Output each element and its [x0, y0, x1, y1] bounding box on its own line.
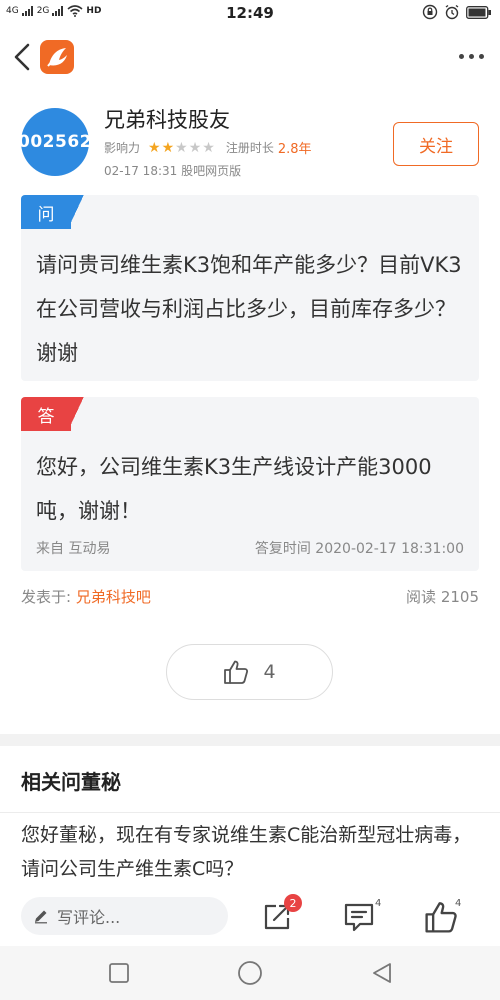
pencil-icon	[35, 910, 47, 924]
registered-label: 注册时长	[225, 141, 274, 155]
status-bar: 4G 2G HD 12:49	[0, 0, 500, 28]
circle-icon	[238, 961, 262, 985]
star-empty-icon: ★	[175, 139, 189, 156]
app-logo-icon[interactable]	[40, 40, 74, 74]
answer-text: 您好，公司维生素K3生产线设计产能3000吨，谢谢！	[36, 455, 432, 523]
read-value: 2105	[440, 588, 479, 606]
dot-icon	[468, 53, 474, 59]
avatar[interactable]: 002562	[18, 108, 92, 176]
status-right	[422, 4, 492, 20]
like-count: 4	[263, 661, 276, 683]
question-block: 问 请问贵司维生素K3饱和年产能多少？目前VK3在公司营收与利润占比多少，目前库…	[21, 195, 479, 381]
star-empty-icon: ★	[188, 139, 203, 156]
answer-source: 来自 互动易	[36, 541, 111, 557]
post-time: 02-17 18:31 股吧网页版	[104, 164, 242, 178]
bar-link[interactable]: 兄弟科技吧	[76, 588, 151, 606]
question-tag: 问	[21, 195, 87, 229]
related-item[interactable]: 您好董秘，现在有专家说维生素C能治新型冠壮病毒，请问公司生产维生素C吗？	[21, 818, 481, 886]
system-nav-bar	[0, 946, 500, 1000]
posted-in: 发表于: 兄弟科技吧	[21, 586, 151, 607]
nav-bar	[0, 28, 500, 86]
section-divider	[0, 734, 500, 746]
square-icon	[109, 963, 129, 983]
influence-label: 影响力	[104, 141, 141, 155]
comment-input[interactable]: 写评论...	[21, 897, 228, 935]
answer-block: 答 您好，公司维生素K3生产线设计产能3000吨，谢谢！ 来自 互动易 答复时间…	[21, 397, 479, 571]
triangle-back-icon	[373, 963, 391, 983]
back-button[interactable]	[10, 42, 36, 72]
answer-meta: 来自 互动易 答复时间 2020-02-17 18:31:00	[36, 538, 464, 558]
author-meta: 影响力 ★★★★★ 注册时长 2.8年	[104, 138, 312, 158]
dot-icon	[458, 53, 464, 59]
answer-tag-label: 答	[21, 397, 71, 431]
like-button[interactable]: 4	[166, 644, 333, 700]
follow-button[interactable]: 关注	[393, 122, 479, 166]
answer-tag: 答	[21, 397, 87, 431]
question-tag-label: 问	[21, 195, 71, 229]
like-action-count: 4	[455, 898, 462, 909]
star-empty-icon: ★	[202, 139, 216, 156]
author-card: 002562 兄弟科技股友 影响力 ★★★★★ 注册时长 2.8年 02-17 …	[0, 98, 500, 186]
battery-icon	[466, 5, 491, 19]
thumbs-up-icon	[224, 660, 249, 684]
recent-apps-button[interactable]	[107, 961, 131, 985]
influence-stars: ★★★★★	[148, 140, 216, 156]
divider	[0, 812, 500, 813]
back-nav-button[interactable]	[370, 961, 394, 985]
question-text: 请问贵司维生素K3饱和年产能多少？目前VK3在公司营收与利润占比多少，目前库存多…	[36, 253, 462, 365]
share-badge: 2	[284, 894, 302, 912]
related-title: 相关问董秘	[21, 770, 121, 794]
author-name[interactable]: 兄弟科技股友	[104, 104, 230, 134]
read-count: 阅读 2105	[406, 586, 479, 607]
star-filled-icon: ★	[148, 139, 162, 156]
comment-button[interactable]	[342, 900, 376, 934]
home-button[interactable]	[237, 960, 263, 986]
comment-placeholder: 写评论...	[57, 908, 121, 927]
star-filled-icon: ★	[161, 139, 176, 156]
read-label: 阅读	[406, 588, 437, 606]
like-action-button[interactable]	[424, 900, 458, 934]
answer-reply-time: 答复时间 2020-02-17 18:31:00	[254, 541, 464, 557]
chevron-left-icon	[14, 43, 30, 71]
posted-label: 发表于:	[21, 588, 72, 606]
alarm-icon	[445, 4, 459, 20]
posted-row: 发表于: 兄弟科技吧 阅读 2105	[21, 586, 479, 607]
more-options-button[interactable]	[456, 48, 486, 64]
comment-count: 4	[375, 898, 382, 909]
dot-icon	[478, 53, 484, 59]
thumbs-up-icon	[425, 902, 457, 933]
lock-rotation-icon	[422, 4, 438, 20]
comment-icon	[344, 903, 374, 932]
registered-value: 2.8年	[277, 142, 312, 157]
bottom-action-bar: 写评论... 2 4 4	[0, 886, 500, 946]
